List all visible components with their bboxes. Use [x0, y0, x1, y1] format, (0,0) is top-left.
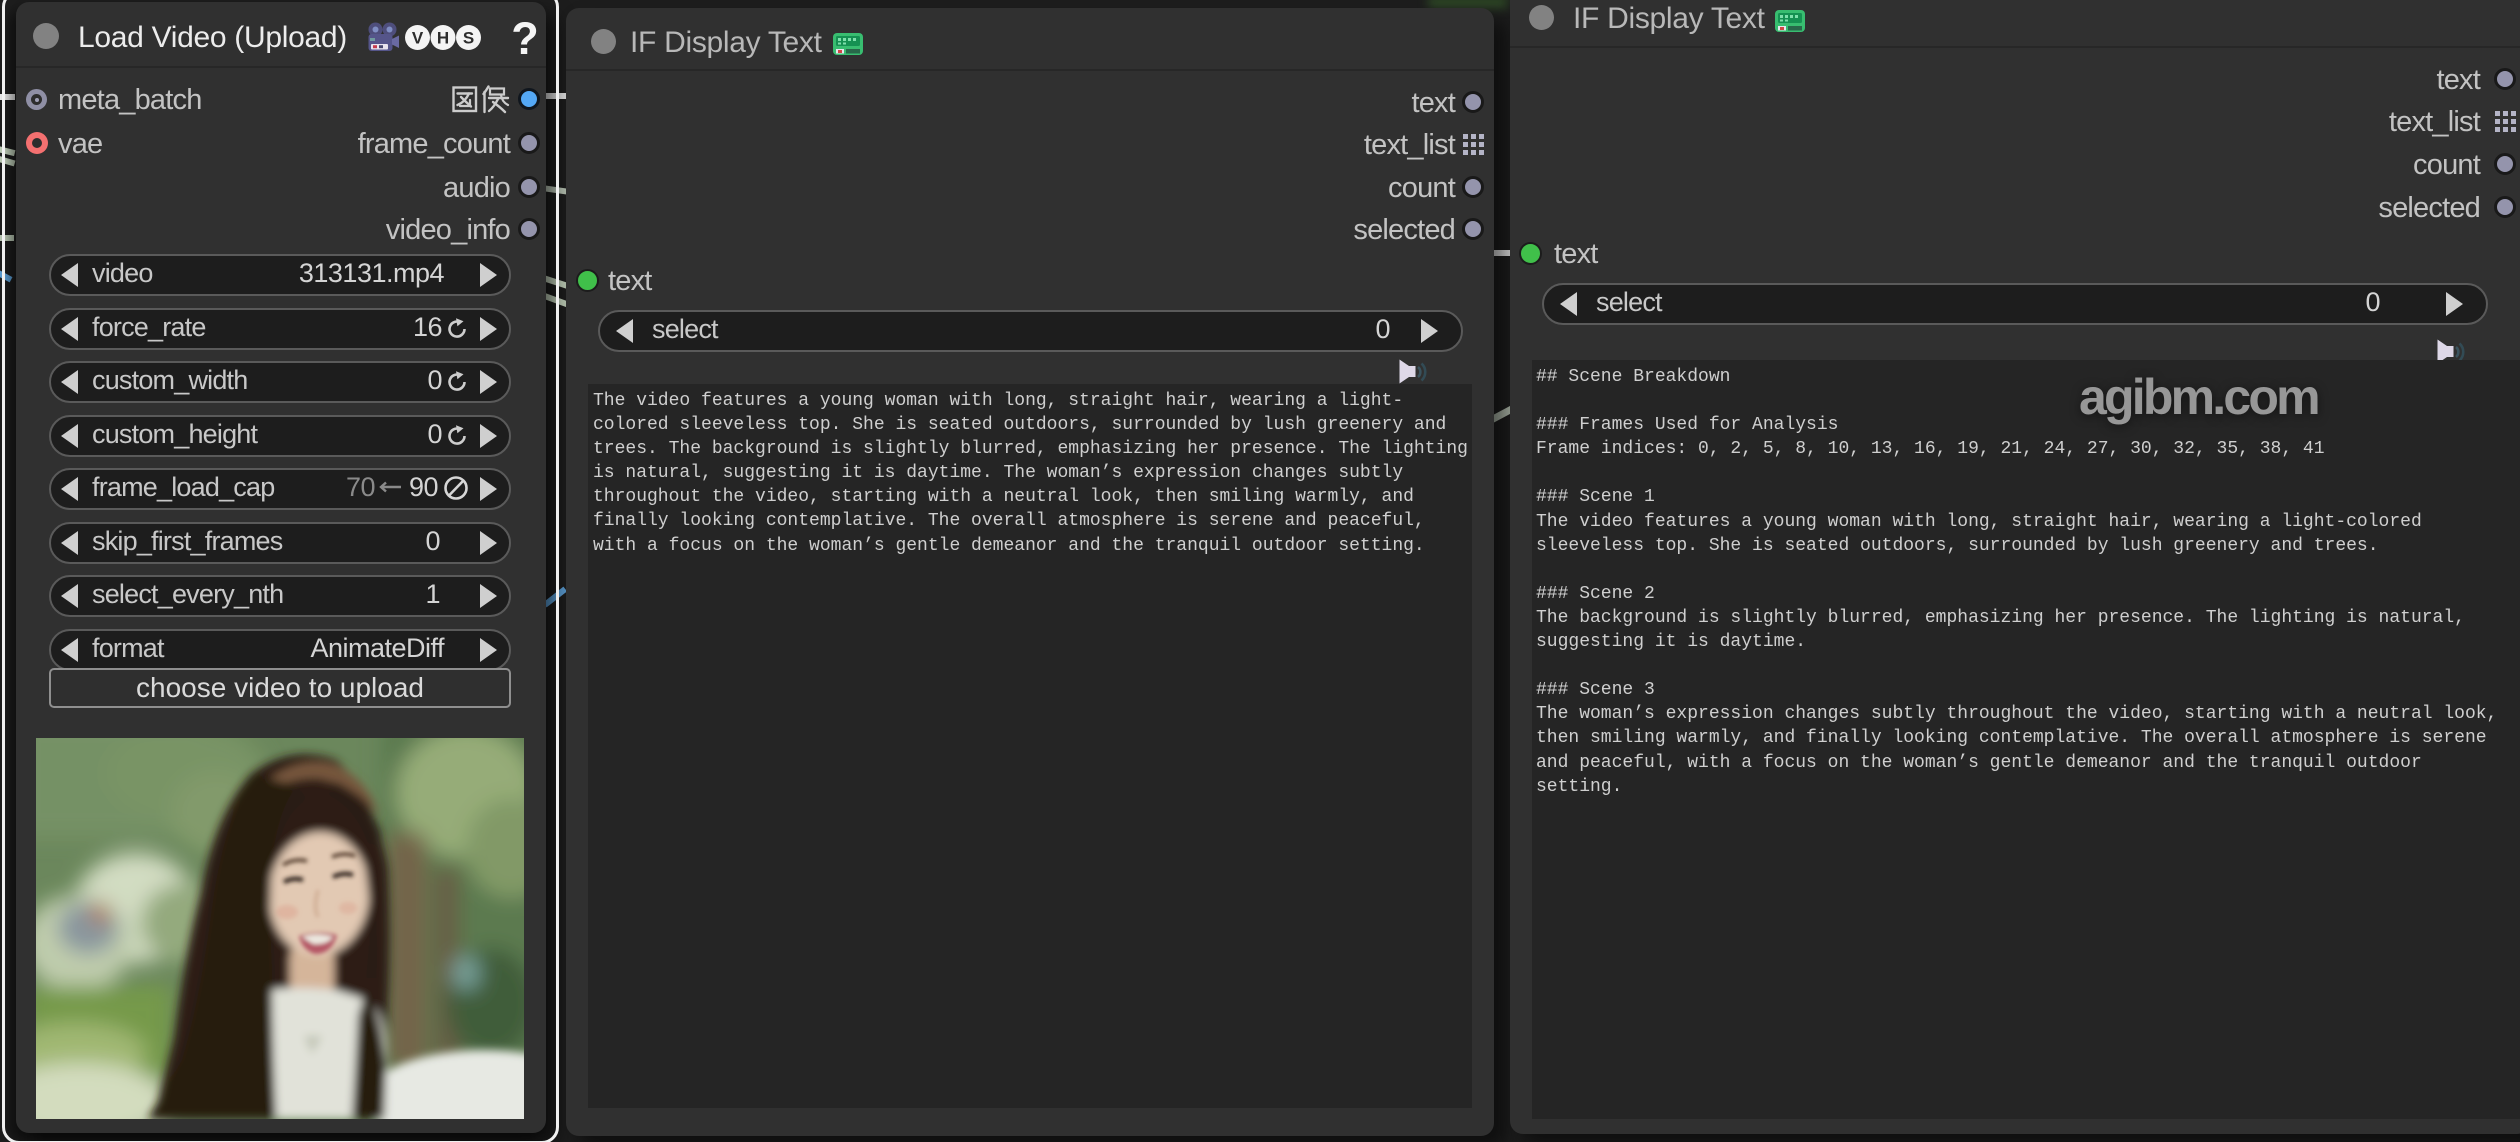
svg-text:S: S — [463, 29, 474, 48]
svg-text:H: H — [437, 29, 449, 48]
svg-text:V: V — [412, 29, 424, 48]
